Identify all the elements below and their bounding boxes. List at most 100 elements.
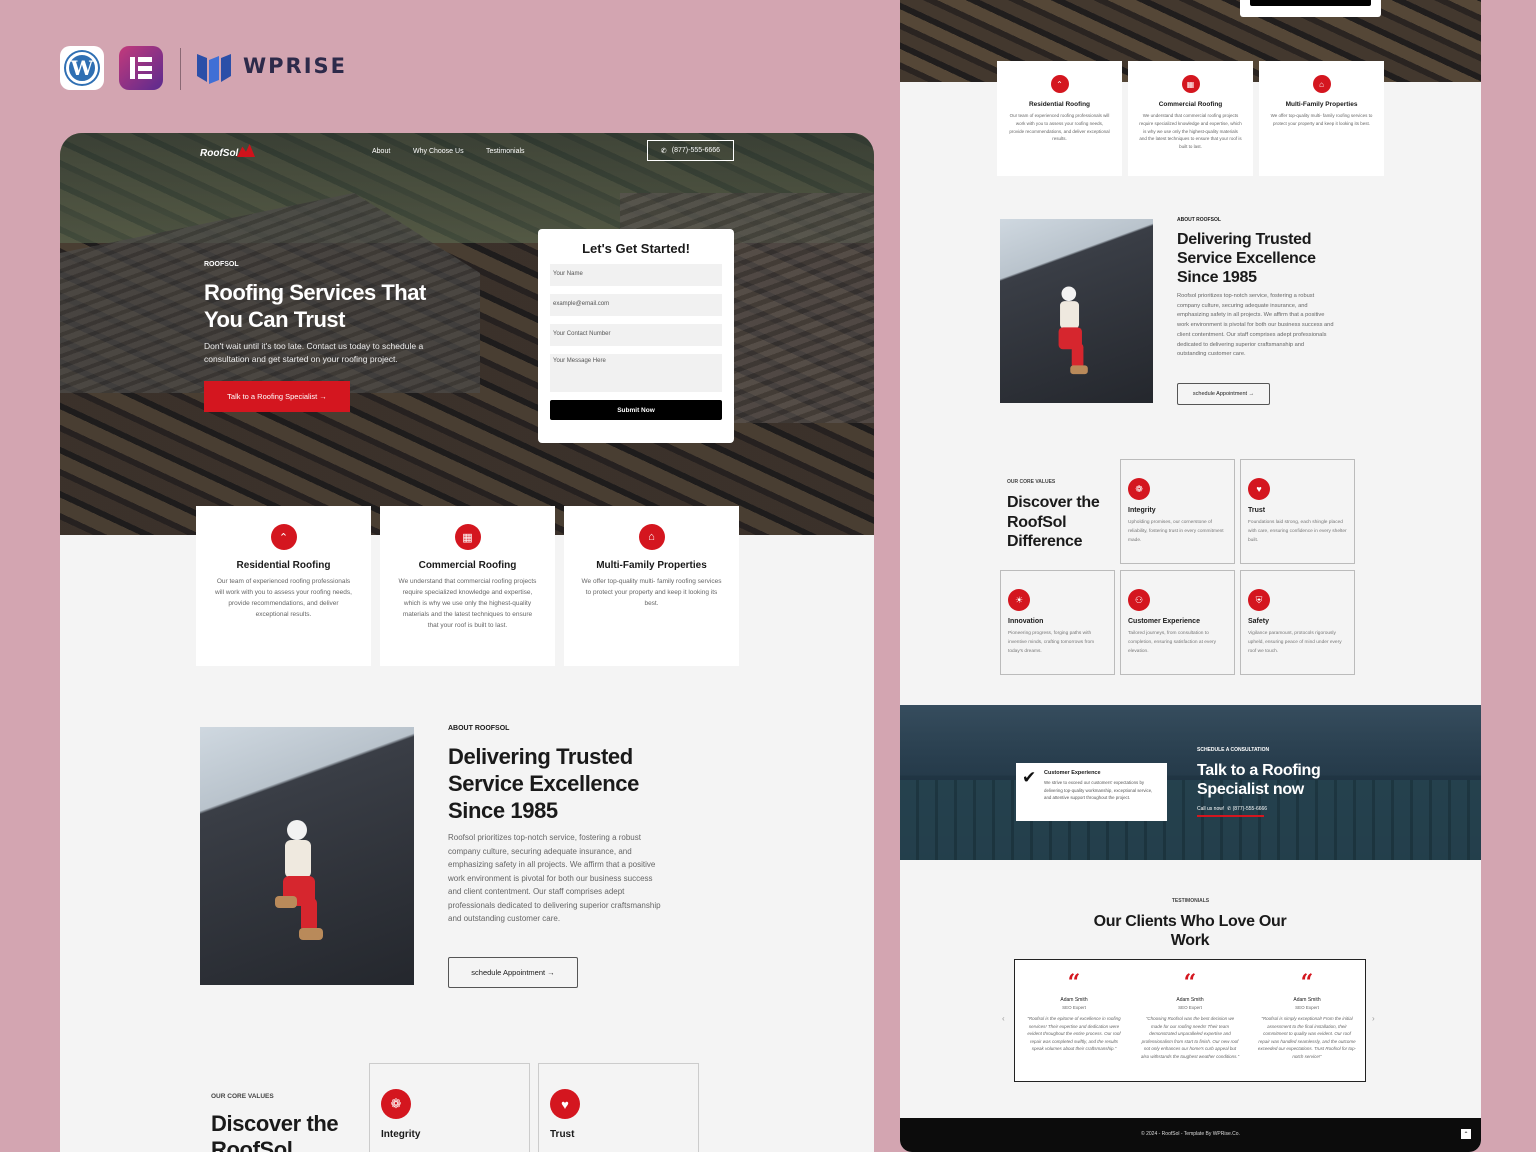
value-name: Trust bbox=[1248, 507, 1266, 514]
service-title: Multi-Family Properties bbox=[596, 560, 707, 571]
site-footer: © 2024 - RoofSol - Template By WPRise.Co… bbox=[900, 1118, 1481, 1152]
hero-section: RoofSol About Why Choose Us Testimonials… bbox=[60, 133, 874, 535]
handshake-icon: ❁ bbox=[1128, 478, 1150, 500]
about-eyebrow: ABOUT ROOFSOL bbox=[448, 725, 510, 732]
carousel-next-icon[interactable]: › bbox=[1372, 1014, 1375, 1023]
testimonials-carousel: “ Adam Smith SEO Expert “Roofsol is the … bbox=[1014, 959, 1366, 1082]
value-card-trust: ♥ Trust bbox=[538, 1063, 699, 1152]
talk-to-specialist-button[interactable]: Talk to a Roofing Specialist → bbox=[204, 381, 350, 412]
houses-icon: ⌂ bbox=[1312, 75, 1331, 93]
service-title: Residential Roofing bbox=[236, 560, 331, 571]
testimonial-name: Adam Smith bbox=[1176, 997, 1204, 1003]
about-title: Delivering Trusted Service Excellence Si… bbox=[1177, 231, 1316, 286]
value-card-safety: ⛨ Safety Vigilance paramount, protocols … bbox=[1240, 570, 1355, 675]
hero-eyebrow: ROOFSOL bbox=[204, 261, 239, 268]
phone-icon: ✆ bbox=[660, 147, 667, 155]
handshake-icon: ❁ bbox=[381, 1089, 411, 1119]
hands-heart-icon: ♥ bbox=[550, 1089, 580, 1119]
service-card-multi-family[interactable]: ⌂ Multi-Family Properties We offer top-q… bbox=[1259, 61, 1384, 176]
value-description: Foundations laid strong, each shingle pl… bbox=[1248, 520, 1347, 543]
service-description: We understand that commercial roofing pr… bbox=[398, 578, 537, 629]
value-name: Integrity bbox=[1128, 507, 1156, 514]
value-description: Pioneering progress, forging paths with … bbox=[1008, 631, 1095, 654]
quote-icon: “ bbox=[1183, 970, 1197, 996]
card-title: Customer Experience bbox=[1044, 770, 1101, 776]
wprise-wordmark: WPRISE bbox=[243, 54, 348, 78]
service-title: Multi-Family Properties bbox=[1285, 101, 1358, 108]
service-description: We offer top-quality multi- family roofi… bbox=[581, 578, 722, 607]
core-values-title: Discover the RoofSol Difference bbox=[1007, 494, 1100, 550]
value-card-integrity: ❁ Integrity Upholding promises, our corn… bbox=[1120, 459, 1235, 564]
consultation-eyebrow: SCHEDULE A CONSULTATION bbox=[1197, 747, 1270, 753]
wordpress-logo: W bbox=[60, 46, 104, 90]
service-title: Commercial Roofing bbox=[1158, 101, 1223, 108]
about-title: Delivering Trusted Service Excellence Si… bbox=[448, 744, 639, 823]
roof-icon: ⌃ bbox=[1050, 75, 1069, 93]
testimonials-eyebrow: TESTIMONIALS bbox=[1171, 898, 1210, 904]
service-description: We offer top-quality multi- family roofi… bbox=[1270, 113, 1373, 126]
testimonial-role: SEO Expert bbox=[1062, 1005, 1086, 1010]
scroll-to-top-icon[interactable]: ⌃ bbox=[1461, 1129, 1471, 1139]
customer-experience-card: Customer Experience We strive to exceed … bbox=[1016, 763, 1167, 821]
service-title: Residential Roofing bbox=[1028, 101, 1091, 108]
value-name: Innovation bbox=[1008, 618, 1044, 625]
call-label: Call us now! bbox=[1197, 806, 1225, 812]
name-field[interactable]: Your Name bbox=[550, 264, 722, 286]
service-card-commercial[interactable]: ▦ Commercial Roofing We understand that … bbox=[380, 506, 555, 666]
shield-icon: ⛨ bbox=[1248, 589, 1270, 611]
value-card-innovation: ☀ Innovation Pioneering progress, forgin… bbox=[1000, 570, 1115, 675]
carousel-prev-icon[interactable]: ‹ bbox=[1002, 1014, 1005, 1023]
email-field[interactable]: example@email.com bbox=[550, 294, 722, 316]
roof-tiles-background bbox=[900, 780, 1481, 860]
hero-subtitle: Don't wait until it's too late. Contact … bbox=[204, 341, 424, 364]
contact-number-field[interactable]: Your Contact Number bbox=[550, 324, 722, 346]
core-values-eyebrow: OUR CORE VALUES bbox=[1007, 479, 1056, 485]
phone-number: (877)-555-6666 bbox=[671, 147, 721, 154]
quote-icon: “ bbox=[1067, 970, 1081, 996]
schedule-appointment-button[interactable]: schedule Appointment → bbox=[448, 957, 578, 988]
service-description: Our team of experienced roofing professi… bbox=[1009, 113, 1110, 142]
testimonial-card: “ Adam Smith SEO Expert “Roofsol is the … bbox=[1024, 970, 1124, 1053]
checkmark-icon: ✔ bbox=[1022, 768, 1037, 787]
testimonial-card: “ Adam Smith SEO Expert “Choosing Roofso… bbox=[1140, 970, 1240, 1060]
hero-title: Roofing Services That You Can Trust bbox=[204, 280, 426, 332]
nav-why-choose-us[interactable]: Why Choose Us bbox=[413, 148, 464, 155]
elementor-logo bbox=[119, 46, 163, 90]
phone-button[interactable]: ✆ (877)-555-6666 bbox=[647, 140, 734, 161]
building-icon: ▦ bbox=[1181, 75, 1200, 93]
quote-icon: “ bbox=[1300, 970, 1314, 996]
service-card-residential[interactable]: ⌃ Residential Roofing Our team of experi… bbox=[997, 61, 1122, 176]
desktop-preview: RoofSol About Why Choose Us Testimonials… bbox=[60, 133, 874, 1152]
nav-testimonials[interactable]: Testimonials bbox=[486, 148, 525, 155]
about-body: Roofsol prioritizes top-notch service, f… bbox=[448, 833, 661, 923]
form-title: Let's Get Started! bbox=[582, 241, 690, 256]
site-logo[interactable]: RoofSol bbox=[200, 148, 238, 159]
service-card-residential[interactable]: ⌃ Residential Roofing Our team of experi… bbox=[196, 506, 371, 666]
testimonial-text: “Roofsol is the epitome of excellence in… bbox=[1027, 1016, 1121, 1051]
nav-about[interactable]: About bbox=[372, 148, 390, 155]
service-card-commercial[interactable]: ▦ Commercial Roofing We understand that … bbox=[1128, 61, 1253, 176]
houses-icon: ⌂ bbox=[638, 524, 665, 550]
value-card-integrity: ❁ Integrity bbox=[369, 1063, 530, 1152]
value-card-customer-experience: ⚇ Customer Experience Tailored journeys,… bbox=[1120, 570, 1235, 675]
call-us-link[interactable]: Call us now! ✆ (877)-555-6666 bbox=[1197, 806, 1267, 812]
building-icon: ▦ bbox=[454, 524, 481, 550]
roofer-figure bbox=[1058, 286, 1088, 375]
message-field[interactable]: Your Message Here bbox=[550, 354, 722, 392]
service-description: We understand that commercial roofing pr… bbox=[1139, 113, 1242, 150]
testimonial-role: SEO Expert bbox=[1295, 1005, 1319, 1010]
testimonial-name: Adam Smith bbox=[1293, 997, 1321, 1003]
contact-form: Let's Get Started! Your Name example@ema… bbox=[538, 229, 734, 443]
service-title: Commercial Roofing bbox=[418, 560, 517, 571]
service-card-multi-family[interactable]: ⌂ Multi-Family Properties We offer top-q… bbox=[564, 506, 739, 666]
value-name: Trust bbox=[550, 1129, 575, 1140]
value-description: Tailored journeys, from consultation to … bbox=[1128, 631, 1216, 654]
core-values-title: Discover the RoofSol Difference bbox=[211, 1111, 339, 1152]
call-underline bbox=[1197, 815, 1264, 817]
service-description: Our team of experienced roofing professi… bbox=[215, 578, 352, 618]
submit-button[interactable]: Submit Now bbox=[550, 400, 722, 420]
schedule-appointment-button[interactable]: schedule Appointment → bbox=[1177, 383, 1270, 405]
value-description: Vigilance paramount, protocols rigorousl… bbox=[1248, 631, 1342, 654]
value-card-trust: ♥ Trust Foundations laid strong, each sh… bbox=[1240, 459, 1355, 564]
value-description: Upholding promises, our cornerstone of r… bbox=[1128, 520, 1224, 543]
